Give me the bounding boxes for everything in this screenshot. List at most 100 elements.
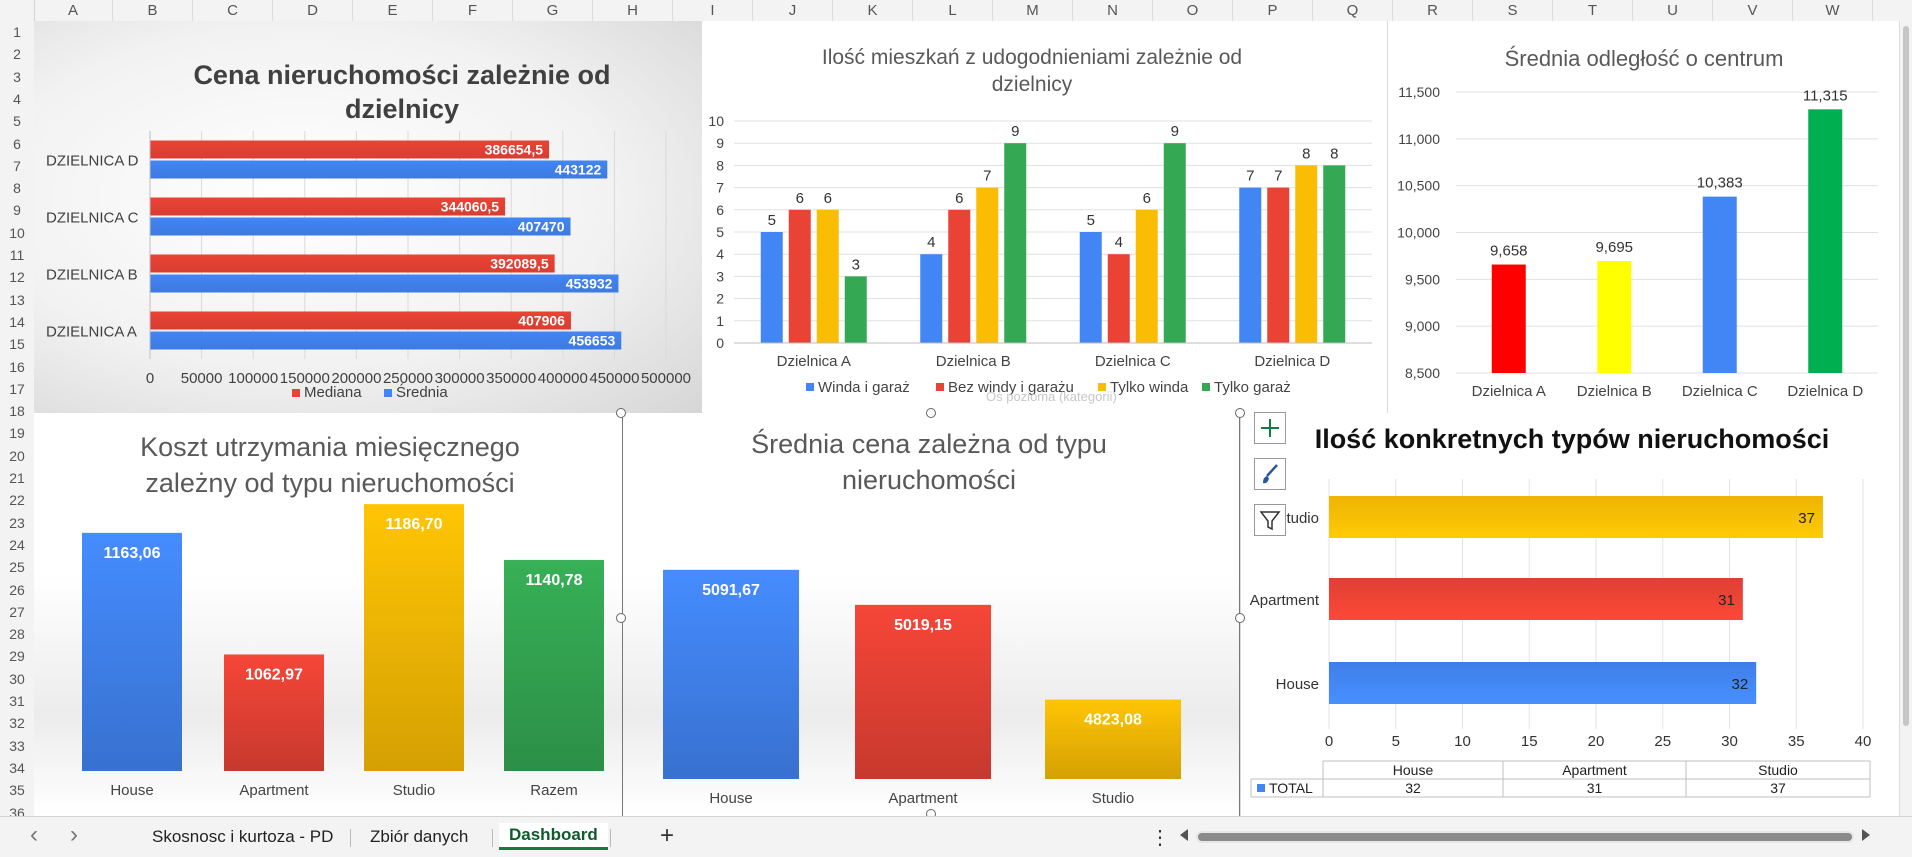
select-all-corner[interactable] bbox=[0, 0, 35, 21]
column-header-i[interactable]: I bbox=[673, 0, 753, 21]
column-header-k[interactable]: K bbox=[833, 0, 913, 21]
vertical-scroll-thumb[interactable] bbox=[1903, 26, 1909, 726]
column-header-j[interactable]: J bbox=[753, 0, 833, 21]
chart-styles-button[interactable] bbox=[1254, 458, 1286, 490]
column-header-t[interactable]: T bbox=[1553, 0, 1633, 21]
row-header-17[interactable]: 17 bbox=[0, 378, 34, 400]
chart-elements-button[interactable] bbox=[1254, 412, 1286, 444]
scroll-right-icon[interactable] bbox=[1862, 829, 1870, 841]
vertical-scrollbar[interactable] bbox=[1899, 21, 1912, 816]
row-header-2[interactable]: 2 bbox=[0, 43, 34, 65]
chart-filters-button[interactable] bbox=[1254, 504, 1286, 536]
column-header-d[interactable]: D bbox=[273, 0, 353, 21]
resize-handle[interactable] bbox=[1235, 408, 1245, 418]
column-header-r[interactable]: R bbox=[1393, 0, 1473, 21]
row-header-16[interactable]: 16 bbox=[0, 356, 34, 378]
column-header-l[interactable]: L bbox=[913, 0, 993, 21]
row-header-33[interactable]: 33 bbox=[0, 735, 34, 757]
tab-skosnosc-i-kurtoza[interactable]: Skosnosc i kurtoza - PD bbox=[152, 825, 333, 849]
more-options-icon[interactable]: ⋮ bbox=[1150, 825, 1170, 850]
tab-zbior-danych[interactable]: Zbiór danych bbox=[370, 825, 468, 849]
column-header-h[interactable]: H bbox=[593, 0, 673, 21]
row-header-24[interactable]: 24 bbox=[0, 534, 34, 556]
column-header-c[interactable]: C bbox=[193, 0, 273, 21]
chart-amenities-by-district[interactable]: Ilość mieszkań z udogodnieniami zależnie… bbox=[702, 21, 1388, 413]
column-header-w[interactable]: W bbox=[1793, 0, 1873, 21]
column-header-g[interactable]: G bbox=[513, 0, 593, 21]
scroll-left-icon[interactable] bbox=[1180, 829, 1188, 841]
row-header-30[interactable]: 30 bbox=[0, 668, 34, 690]
category-label: Apartment bbox=[1250, 592, 1320, 609]
column-header-m[interactable]: M bbox=[993, 0, 1073, 21]
chart-price-by-district[interactable]: Cena nieruchomości zależnie od dzielnicy 0… bbox=[34, 21, 702, 413]
tab-dashboard[interactable]: Dashboard bbox=[499, 823, 608, 850]
resize-handle[interactable] bbox=[1235, 613, 1245, 623]
row-header-34[interactable]: 34 bbox=[0, 757, 34, 779]
row-header-3[interactable]: 3 bbox=[0, 66, 34, 88]
chart-monthly-cost-by-type[interactable]: Koszt utrzymania miesięcznego zależny od … bbox=[34, 413, 622, 816]
row-header-7[interactable]: 7 bbox=[0, 155, 34, 177]
row-header-31[interactable]: 31 bbox=[0, 690, 34, 712]
row-header-13[interactable]: 13 bbox=[0, 289, 34, 311]
data-label: 407906 bbox=[518, 313, 565, 329]
y-tick-label: 9 bbox=[716, 135, 724, 151]
row-header-32[interactable]: 32 bbox=[0, 712, 34, 734]
tab-divider bbox=[492, 829, 493, 847]
legend-swatch bbox=[936, 383, 944, 391]
column-header-u[interactable]: U bbox=[1633, 0, 1713, 21]
chart-distance-from-center[interactable]: Średnia odległość o centrum 8,500 9,000 9,5… bbox=[1388, 21, 1892, 413]
column-header-v[interactable]: V bbox=[1713, 0, 1793, 21]
category-label: Studio bbox=[1092, 790, 1135, 807]
column-header-f[interactable]: F bbox=[433, 0, 513, 21]
horizontal-scroll-thumb[interactable] bbox=[1198, 833, 1852, 841]
chart-avg-price-by-type[interactable]: Średnia cena zależna od typu nieruchomośc… bbox=[622, 413, 1240, 816]
row-header-19[interactable]: 19 bbox=[0, 422, 34, 444]
add-sheet-button[interactable]: + bbox=[660, 822, 674, 850]
resize-handle[interactable] bbox=[926, 408, 936, 418]
bar bbox=[1702, 196, 1737, 373]
column-header-s[interactable]: S bbox=[1473, 0, 1553, 21]
column-header-b[interactable]: B bbox=[113, 0, 193, 21]
row-header-12[interactable]: 12 bbox=[0, 266, 34, 288]
row-header-11[interactable]: 11 bbox=[0, 244, 34, 266]
row-header-18[interactable]: 18 bbox=[0, 400, 34, 422]
next-sheet-icon[interactable]: › bbox=[70, 821, 78, 849]
chart-title: nieruchomości bbox=[842, 465, 1016, 495]
row-header-9[interactable]: 9 bbox=[0, 199, 34, 221]
row-header-23[interactable]: 23 bbox=[0, 512, 34, 534]
resize-handle[interactable] bbox=[616, 613, 626, 623]
row-header-14[interactable]: 14 bbox=[0, 311, 34, 333]
row-header-6[interactable]: 6 bbox=[0, 133, 34, 155]
column-header-o[interactable]: O bbox=[1153, 0, 1233, 21]
row-header-5[interactable]: 5 bbox=[0, 110, 34, 132]
row-header-22[interactable]: 22 bbox=[0, 489, 34, 511]
row-header-26[interactable]: 26 bbox=[0, 579, 34, 601]
category-label: House bbox=[110, 782, 153, 799]
row-header-27[interactable]: 27 bbox=[0, 601, 34, 623]
horizontal-scrollbar[interactable] bbox=[1196, 831, 1854, 843]
column-header-p[interactable]: P bbox=[1233, 0, 1313, 21]
column-header-q[interactable]: Q bbox=[1313, 0, 1393, 21]
column-header-e[interactable]: E bbox=[353, 0, 433, 21]
row-header-1[interactable]: 1 bbox=[0, 21, 34, 43]
row-header-15[interactable]: 15 bbox=[0, 333, 34, 355]
row-header-28[interactable]: 28 bbox=[0, 623, 34, 645]
column-header-a[interactable]: A bbox=[34, 0, 113, 21]
row-header-29[interactable]: 29 bbox=[0, 645, 34, 667]
row-header-10[interactable]: 10 bbox=[0, 222, 34, 244]
chart-property-type-count[interactable]: Ilość konkretnych typów nieruchomości 0 5 1… bbox=[1240, 413, 1892, 816]
data-label: 392089,5 bbox=[490, 256, 549, 272]
row-header-4[interactable]: 4 bbox=[0, 88, 34, 110]
data-label: 37 bbox=[1798, 510, 1815, 527]
y-tick-label: 9,500 bbox=[1405, 271, 1440, 287]
column-header-n[interactable]: N bbox=[1073, 0, 1153, 21]
prev-sheet-icon[interactable]: ‹ bbox=[30, 821, 38, 849]
row-header-25[interactable]: 25 bbox=[0, 556, 34, 578]
data-label: 10,383 bbox=[1697, 175, 1743, 192]
row-header-21[interactable]: 21 bbox=[0, 467, 34, 489]
resize-handle[interactable] bbox=[616, 408, 626, 418]
row-header-20[interactable]: 20 bbox=[0, 445, 34, 467]
category-label: Dzielnica D bbox=[1254, 353, 1330, 370]
row-header-8[interactable]: 8 bbox=[0, 177, 34, 199]
row-header-35[interactable]: 35 bbox=[0, 779, 34, 801]
